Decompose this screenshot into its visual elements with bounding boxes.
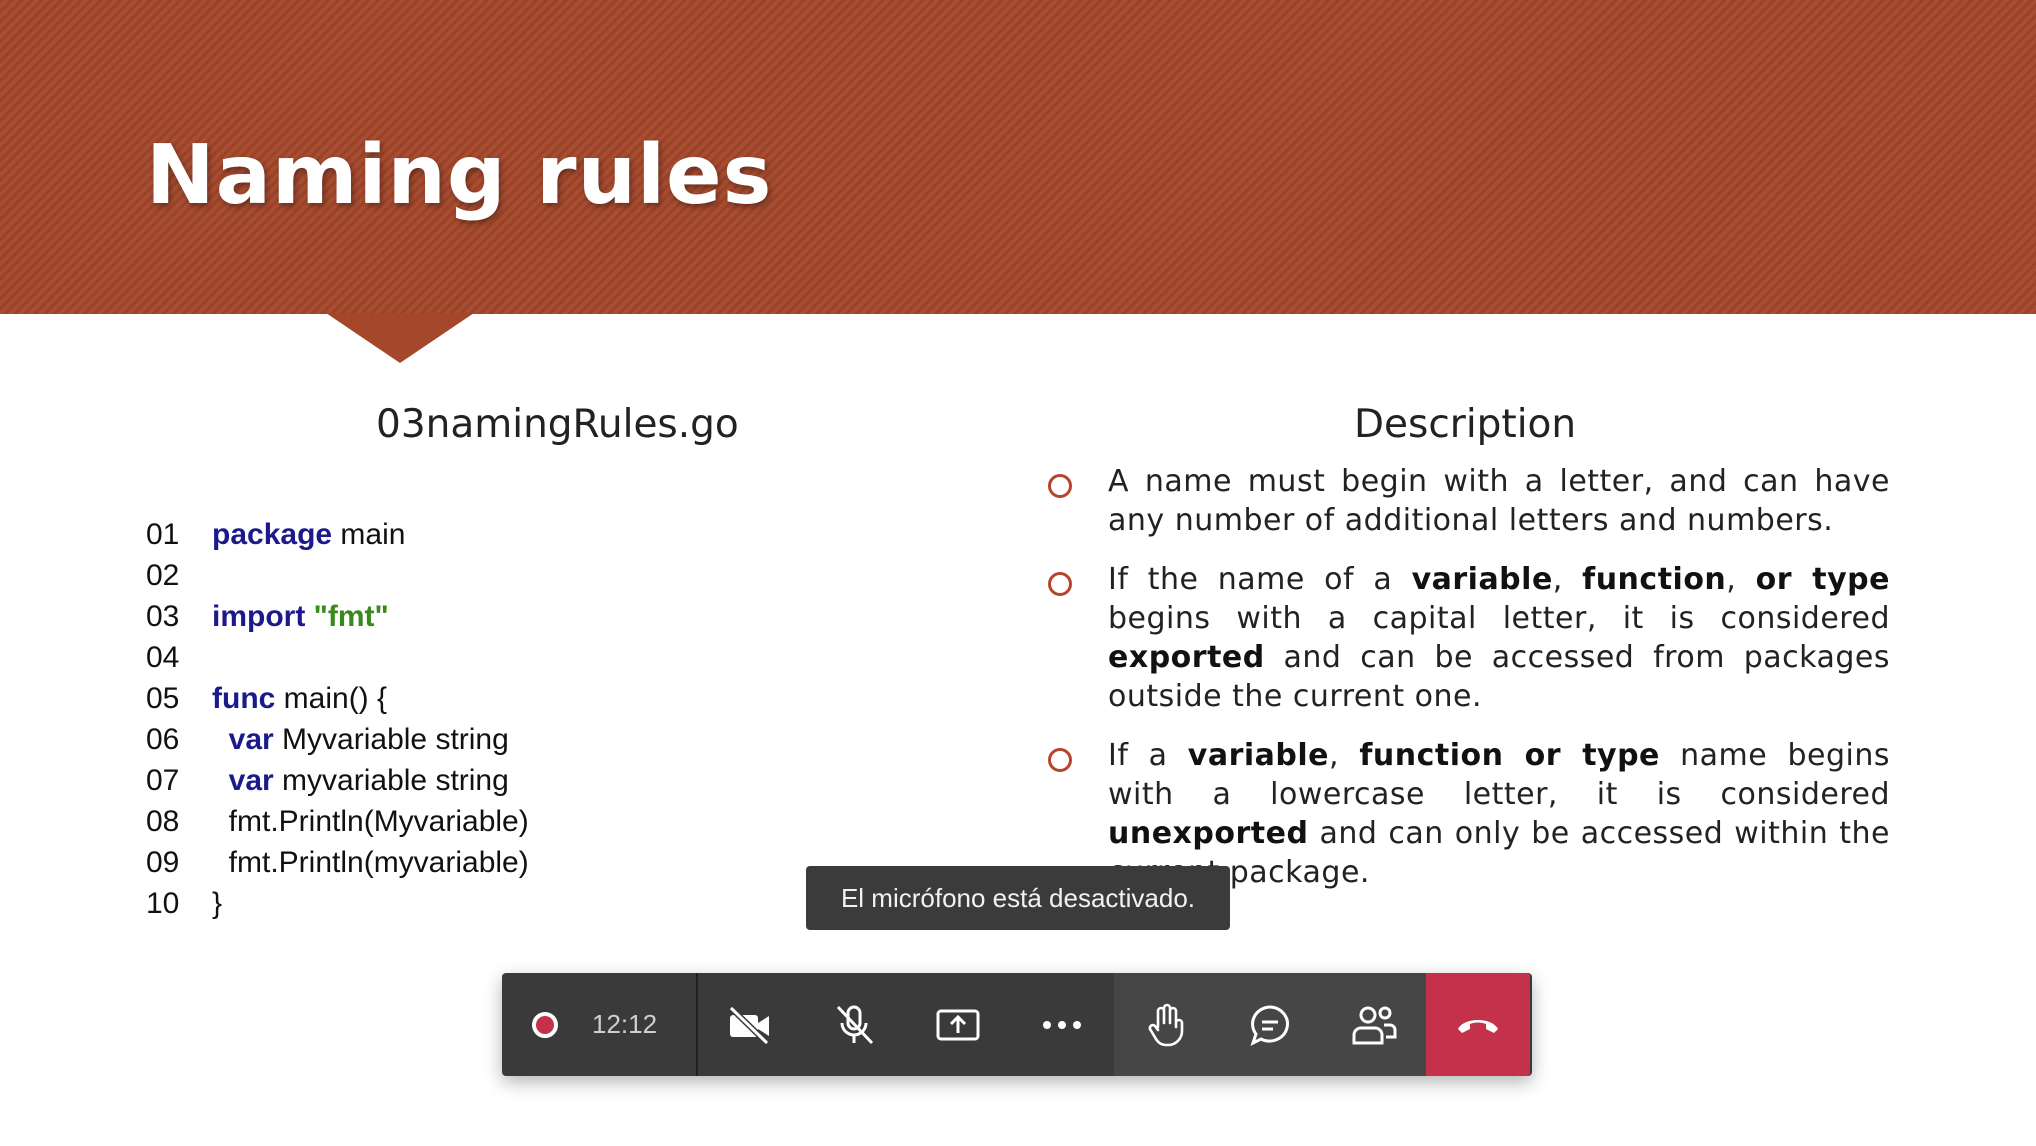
text-run: ,	[1329, 738, 1360, 773]
code-line: 05 func main() {	[146, 678, 529, 719]
text-run: If the name of a	[1108, 562, 1412, 597]
line-number: 09	[146, 846, 180, 879]
emphasis-text: or type	[1755, 562, 1890, 597]
bullet-circle-icon	[1048, 572, 1072, 596]
recording-status: 12:12	[502, 973, 698, 1076]
line-number: 06	[146, 723, 180, 756]
code-token: main	[332, 518, 406, 551]
description-heading: Description	[1354, 402, 1577, 447]
code-keyword: import	[212, 600, 306, 633]
text-run: If a	[1108, 738, 1188, 773]
code-listing: 01 package main 02 03 import "fmt" 04 05 func m…	[146, 514, 529, 924]
code-line: 02	[146, 555, 529, 596]
description-text: A name must begin with a letter, and can…	[1108, 462, 1890, 540]
code-keyword: func	[212, 682, 276, 715]
slide-title: Naming rules	[146, 128, 773, 223]
emphasis-text: function or type	[1359, 738, 1660, 773]
code-token: }	[212, 887, 223, 920]
code-text: fmt.Println(myvariable)	[212, 842, 529, 883]
share-screen-icon	[936, 1009, 980, 1040]
description-text: If the name of a variable, function, or …	[1108, 560, 1890, 716]
code-text: package main	[212, 514, 405, 555]
mic-muted-toast: El micrófono está desactivado.	[806, 866, 1230, 930]
description-item: A name must begin with a letter, and can…	[1048, 462, 1890, 540]
recording-icon	[532, 1011, 558, 1038]
participants-icon	[1352, 1006, 1397, 1044]
code-token: fmt.Println(Myvariable)	[212, 805, 529, 838]
code-token: main() {	[275, 682, 388, 715]
call-timer: 12:12	[592, 1009, 658, 1039]
description-list: A name must begin with a letter, and can…	[1048, 462, 1890, 912]
line-number: 04	[146, 641, 180, 674]
line-number: 03	[146, 600, 180, 633]
code-line: 08 fmt.Println(Myvariable)	[146, 801, 529, 842]
bullet-circle-icon	[1048, 474, 1072, 498]
line-number: 02	[146, 559, 180, 592]
code-text: var Myvariable string	[212, 719, 509, 760]
description-item: If the name of a variable, function, or …	[1048, 560, 1890, 716]
emphasis-text: variable	[1187, 738, 1330, 773]
code-text: fmt.Println(Myvariable)	[212, 801, 529, 842]
line-number: 08	[146, 805, 180, 838]
camera-off-icon	[728, 1005, 770, 1045]
more-options-button[interactable]	[1010, 973, 1114, 1076]
more-options-icon	[1043, 1020, 1081, 1029]
code-line: 03 import "fmt"	[146, 596, 529, 637]
banner-notch	[326, 313, 474, 363]
code-keyword: var	[228, 764, 274, 797]
bullet-circle-icon	[1048, 748, 1072, 772]
code-token: fmt.Println(myvariable)	[212, 846, 529, 879]
raise-hand-icon	[1148, 1003, 1184, 1046]
hang-up-button[interactable]	[1426, 973, 1530, 1076]
code-line: 06 var Myvariable string	[146, 719, 529, 760]
chat-icon	[1250, 1004, 1289, 1046]
code-line: 01 package main	[146, 514, 529, 555]
code-keyword: var	[228, 723, 274, 756]
chat-button[interactable]	[1218, 973, 1322, 1076]
camera-toggle-button[interactable]	[698, 973, 802, 1076]
code-line: 10}	[146, 883, 529, 924]
text-run: A name must begin with a letter, and can…	[1108, 464, 1890, 538]
line-number: 07	[146, 764, 180, 797]
line-number: 05	[146, 682, 180, 715]
line-number: 01	[146, 518, 180, 551]
code-text: func main() {	[212, 678, 387, 719]
emphasis-text: exported	[1108, 640, 1265, 675]
raise-hand-button[interactable]	[1114, 973, 1218, 1076]
share-screen-button[interactable]	[906, 973, 1010, 1076]
code-keyword: package	[212, 518, 333, 551]
code-file-heading: 03namingRules.go	[376, 402, 739, 447]
code-line: 07 var myvariable string	[146, 760, 529, 801]
mic-off-icon	[836, 1005, 874, 1044]
emphasis-text: unexported	[1108, 816, 1309, 851]
text-run: begins with a capital letter, it is cons…	[1108, 601, 1890, 636]
code-token: myvariable string	[273, 764, 509, 797]
code-line: 04	[146, 637, 529, 678]
text-run: ,	[1726, 562, 1756, 597]
code-text: import "fmt"	[212, 596, 389, 637]
call-control-bar: 12:12	[502, 973, 1532, 1076]
code-token: Myvariable string	[273, 723, 509, 756]
code-line: 09 fmt.Println(myvariable)	[146, 842, 529, 883]
code-text: var myvariable string	[212, 760, 509, 801]
emphasis-text: variable	[1411, 562, 1553, 597]
text-run: ,	[1552, 562, 1583, 597]
code-text: }	[212, 883, 222, 924]
line-number: 10	[146, 887, 180, 920]
participants-button[interactable]	[1322, 973, 1426, 1076]
mic-toggle-button[interactable]	[802, 973, 906, 1076]
code-string: "fmt"	[313, 600, 389, 633]
emphasis-text: function	[1582, 562, 1727, 597]
hang-up-icon	[1458, 1019, 1498, 1033]
